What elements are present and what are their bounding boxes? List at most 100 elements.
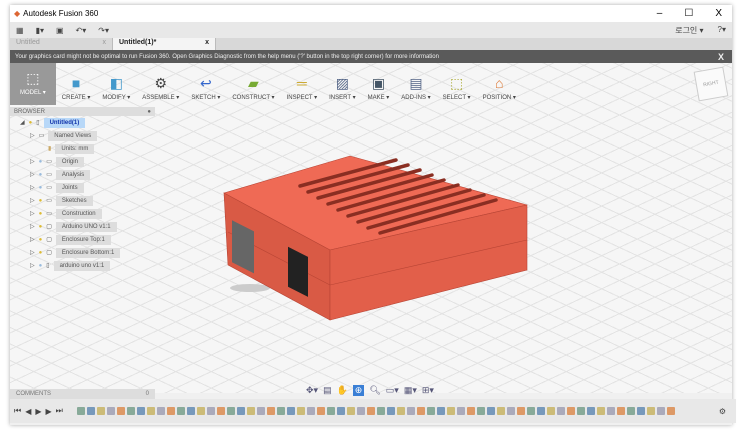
tree-arduino-uno-link[interactable]: ▷ ● ▯ arduino uno v1:1	[10, 259, 155, 272]
help-button[interactable]: ?▾	[718, 25, 726, 36]
expand-icon[interactable]: ▷	[30, 132, 35, 139]
timeline-feature-icon[interactable]	[556, 407, 565, 415]
timeline-feature-icon[interactable]	[126, 407, 135, 415]
fit-icon[interactable]: 🔍︎	[369, 385, 380, 396]
timeline-feature-icon[interactable]	[476, 407, 485, 415]
timeline-feature-icon[interactable]	[506, 407, 515, 415]
expand-icon[interactable]: ▷	[30, 236, 35, 243]
timeline-feature-icon[interactable]	[236, 407, 245, 415]
timeline-feature-icon[interactable]	[496, 407, 505, 415]
go-to-start-icon[interactable]: ⏮	[14, 406, 21, 416]
expand-icon[interactable]: ▷	[30, 249, 35, 256]
close-button[interactable]: X	[715, 8, 722, 19]
lightbulb-icon[interactable]: ●	[39, 159, 43, 165]
collapse-icon[interactable]: ◢	[20, 119, 25, 126]
file-menu-button[interactable]: ▮▾	[36, 26, 44, 35]
undo-button[interactable]: ↶▾	[76, 26, 87, 35]
tree-enclosure-bottom[interactable]: ▷ ● ▢ Enclosure Bottom:1	[10, 246, 155, 259]
timeline-feature-icon[interactable]	[426, 407, 435, 415]
minimize-button[interactable]: –	[657, 8, 663, 19]
viewports-icon[interactable]: ⊞▾	[422, 385, 434, 396]
timeline-feature-icon[interactable]	[646, 407, 655, 415]
save-button[interactable]: ▣	[56, 26, 64, 35]
go-to-end-icon[interactable]: ⏭	[56, 406, 63, 416]
add-ins-menu[interactable]: ▤ ADD-INS ▾	[395, 72, 436, 105]
user-menu[interactable]: 로그인 ▾	[675, 25, 703, 36]
timeline-feature-icon[interactable]	[216, 407, 225, 415]
comments-panel[interactable]: COMMENTS 0	[10, 389, 155, 399]
timeline-feature-icon[interactable]	[396, 407, 405, 415]
timeline-feature-icon[interactable]	[276, 407, 285, 415]
timeline-feature-icon[interactable]	[636, 407, 645, 415]
browser-header[interactable]: BROWSER ●	[10, 107, 155, 116]
dismiss-warning-button[interactable]: X	[718, 52, 732, 62]
timeline-feature-icon[interactable]	[576, 407, 585, 415]
step-forward-icon[interactable]: ▶	[46, 407, 52, 416]
grid-settings-icon[interactable]: ▦▾	[404, 385, 417, 396]
expand-icon[interactable]: ▷	[30, 171, 35, 178]
make-menu[interactable]: ▣ MAKE ▾	[362, 72, 396, 105]
timeline-feature-icon[interactable]	[356, 407, 365, 415]
tree-origin[interactable]: ▷ ● ▭ Origin	[10, 155, 155, 168]
timeline-feature-icon[interactable]	[106, 407, 115, 415]
timeline-feature-icon[interactable]	[346, 407, 355, 415]
timeline-features[interactable]	[76, 407, 675, 415]
assemble-menu[interactable]: ⚙ ASSEMBLE ▾	[136, 72, 185, 105]
timeline-feature-icon[interactable]	[156, 407, 165, 415]
apps-grid-icon[interactable]: ▦	[16, 26, 24, 35]
workspace-model-button[interactable]: ⬚ MODEL ▾	[10, 63, 56, 105]
timeline-feature-icon[interactable]	[596, 407, 605, 415]
timeline-feature-icon[interactable]	[536, 407, 545, 415]
view-cube[interactable]: RIGHT	[693, 66, 729, 102]
timeline-feature-icon[interactable]	[146, 407, 155, 415]
lightbulb-icon[interactable]: ●	[39, 224, 43, 230]
pan-icon[interactable]: ✋	[337, 385, 348, 396]
display-settings-icon[interactable]: ▭▾	[386, 385, 399, 396]
maximize-button[interactable]: ☐	[684, 8, 693, 19]
timeline-feature-icon[interactable]	[256, 407, 265, 415]
timeline-feature-icon[interactable]	[666, 407, 675, 415]
timeline-feature-icon[interactable]	[116, 407, 125, 415]
expand-icon[interactable]: ▷	[30, 210, 35, 217]
timeline-feature-icon[interactable]	[136, 407, 145, 415]
timeline-feature-icon[interactable]	[566, 407, 575, 415]
timeline-feature-icon[interactable]	[456, 407, 465, 415]
timeline-feature-icon[interactable]	[76, 407, 85, 415]
timeline-feature-icon[interactable]	[376, 407, 385, 415]
timeline-feature-icon[interactable]	[196, 407, 205, 415]
timeline-feature-icon[interactable]	[436, 407, 445, 415]
timeline-feature-icon[interactable]	[606, 407, 615, 415]
timeline-settings-icon[interactable]: ⚙	[719, 407, 736, 416]
timeline-feature-icon[interactable]	[266, 407, 275, 415]
tree-named-views[interactable]: ▷ ▭ Named Views	[10, 129, 155, 142]
look-at-icon[interactable]: ▤	[323, 385, 332, 396]
timeline-feature-icon[interactable]	[546, 407, 555, 415]
timeline-feature-icon[interactable]	[586, 407, 595, 415]
lightbulb-icon[interactable]: ●	[39, 263, 43, 269]
timeline-feature-icon[interactable]	[286, 407, 295, 415]
timeline-feature-icon[interactable]	[296, 407, 305, 415]
orbit-icon[interactable]: ✥▾	[306, 385, 318, 396]
construct-menu[interactable]: ▰ CONSTRUCT ▾	[226, 72, 280, 105]
expand-icon[interactable]: ▷	[30, 158, 35, 165]
timeline-feature-icon[interactable]	[316, 407, 325, 415]
inspect-menu[interactable]: ═ INSPECT ▾	[281, 72, 324, 105]
lightbulb-icon[interactable]: ●	[39, 185, 43, 191]
timeline-feature-icon[interactable]	[406, 407, 415, 415]
timeline-feature-icon[interactable]	[466, 407, 475, 415]
step-back-icon[interactable]: ◀	[25, 407, 31, 416]
timeline-feature-icon[interactable]	[446, 407, 455, 415]
timeline-feature-icon[interactable]	[166, 407, 175, 415]
lightbulb-icon[interactable]: ●	[39, 250, 43, 256]
tab-close-icon[interactable]: x	[103, 39, 107, 49]
timeline-feature-icon[interactable]	[176, 407, 185, 415]
lightbulb-icon[interactable]: ●	[39, 237, 43, 243]
tree-sketches[interactable]: ▷ ● ▭ Sketches	[10, 194, 155, 207]
timeline-feature-icon[interactable]	[526, 407, 535, 415]
expand-icon[interactable]: ▷	[30, 223, 35, 230]
expand-icon[interactable]: ▷	[30, 262, 35, 269]
timeline-feature-icon[interactable]	[336, 407, 345, 415]
timeline-feature-icon[interactable]	[486, 407, 495, 415]
timeline-feature-icon[interactable]	[416, 407, 425, 415]
timeline-feature-icon[interactable]	[656, 407, 665, 415]
